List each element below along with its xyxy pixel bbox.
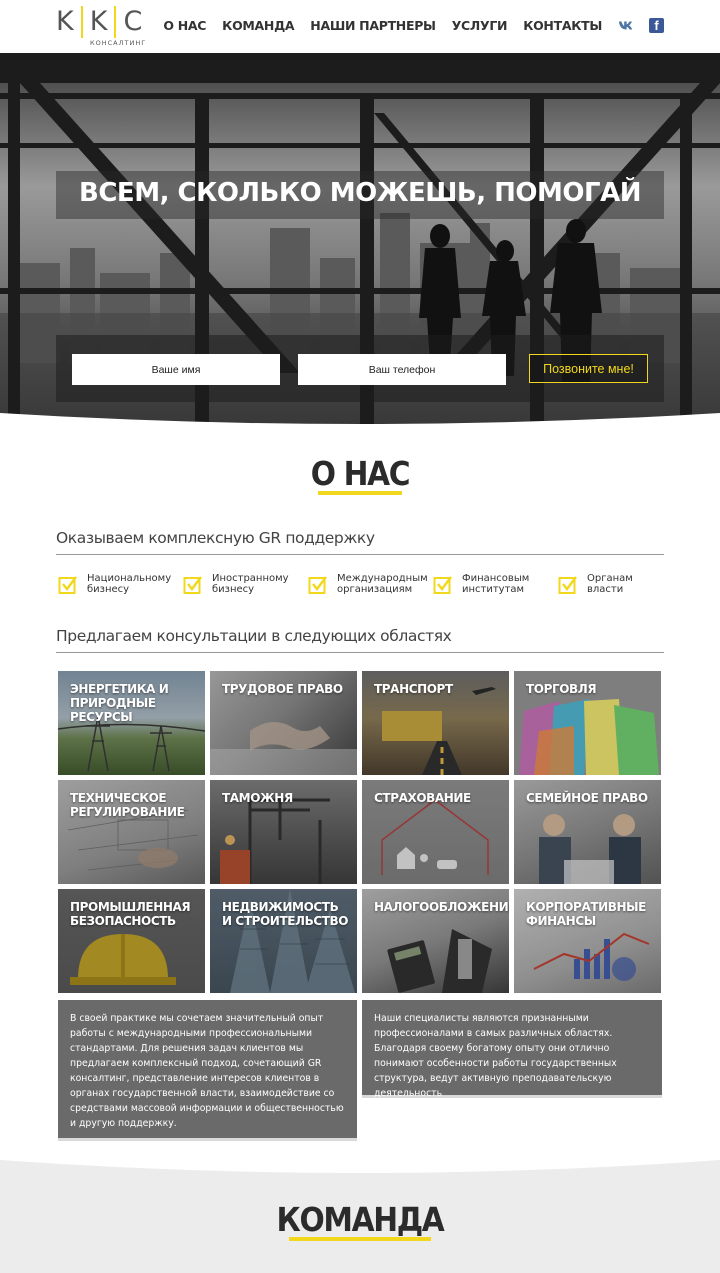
logo[interactable]: K K C КОНСАЛТИНГ <box>56 6 147 47</box>
about-title-underline <box>318 491 402 495</box>
section-divider-curve <box>0 1160 720 1173</box>
support-item-line: Финансовым <box>462 573 530 584</box>
area-tile-label: ПРОМЫШЛЕННАЯ БЕЗОПАСНОСТЬ <box>70 900 191 928</box>
nav-item-services[interactable]: УСЛУГИ <box>452 18 508 33</box>
phone-input[interactable] <box>298 354 506 385</box>
area-tile-industrial-safety[interactable]: ПРОМЫШЛЕННАЯ БЕЗОПАСНОСТЬ <box>58 889 205 993</box>
support-item-line: бизнесу <box>87 584 130 595</box>
area-tile-transport[interactable]: ТРАНСПОРТ <box>362 671 509 775</box>
name-input[interactable] <box>72 354 280 385</box>
team-title-underline <box>289 1237 431 1241</box>
support-item-line: власти <box>587 584 624 595</box>
nav-item-partners[interactable]: НАШИ ПАРТНЕРЫ <box>310 18 436 33</box>
area-tile-taxation[interactable]: НАЛОГООБЛОЖЕНИЕ <box>362 889 509 993</box>
site-header: K K C КОНСАЛТИНГ О НАС КОМАНДА НАШИ ПАРТ… <box>0 0 720 53</box>
area-tile-energy[interactable]: ЭНЕРГЕТИКА И ПРИРОДНЫЕ РЕСУРСЫ <box>58 671 205 775</box>
support-item: Финансовым институтам <box>433 573 529 595</box>
consult-heading: Предлагаем консультации в следующих обла… <box>56 627 452 645</box>
area-tile-customs[interactable]: ТАМОЖНЯ <box>210 780 357 884</box>
support-item: Органам власти <box>558 573 633 595</box>
logo-subtitle: КОНСАЛТИНГ <box>90 39 147 47</box>
checkbox-icon <box>433 576 452 594</box>
area-tile-label: ЭНЕРГЕТИКА И ПРИРОДНЫЕ РЕСУРСЫ <box>70 682 169 724</box>
support-item: Национальному бизнесу <box>58 573 171 595</box>
facebook-icon[interactable]: f <box>649 18 664 33</box>
checkbox-icon <box>183 576 202 594</box>
main-nav: О НАС КОМАНДА НАШИ ПАРТНЕРЫ УСЛУГИ КОНТА… <box>147 18 664 33</box>
call-me-button[interactable]: Позвоните мне! <box>529 354 648 383</box>
area-tile-label: НАЛОГООБЛОЖЕНИЕ <box>374 900 509 914</box>
specialists-description: Наши специалисты являются признанными пр… <box>362 1000 662 1099</box>
area-tile-label: ТОРГОВЛЯ <box>526 682 597 696</box>
area-tile-family-law[interactable]: СЕМЕЙНОЕ ПРАВО <box>514 780 661 884</box>
nav-item-contacts[interactable]: КОНТАКТЫ <box>523 18 602 33</box>
area-tile-insurance[interactable]: СТРАХОВАНИЕ <box>362 780 509 884</box>
area-tile-labor-law[interactable]: ТРУДОВОЕ ПРАВО <box>210 671 357 775</box>
gr-support-heading: Оказываем комплексную GR поддержку <box>56 529 375 547</box>
nav-item-about[interactable]: О НАС <box>163 18 206 33</box>
checkbox-icon <box>558 576 577 594</box>
about-title: О НАС <box>310 454 411 493</box>
area-tile-corporate-finance[interactable]: КОРПОРАТИВНЫЕ ФИНАНСЫ <box>514 889 661 993</box>
support-item-line: Международным <box>337 573 428 584</box>
logo-letter: K <box>89 6 108 37</box>
area-tile-tech-regulation[interactable]: ТЕХНИЧЕСКОЕ РЕГУЛИРОВАНИЕ <box>58 780 205 884</box>
support-item: Международным организациям <box>308 573 428 595</box>
hero-banner: ВСЕМ, СКОЛЬКО МОЖЕШЬ, ПОМОГАЙ Позвоните … <box>0 53 720 435</box>
support-item-line: бизнесу <box>212 584 255 595</box>
area-tile-label: КОРПОРАТИВНЫЕ ФИНАНСЫ <box>526 900 646 928</box>
divider <box>56 554 664 555</box>
team-title: КОМАНДА <box>276 1200 445 1239</box>
support-list: Национальному бизнесу Иностранному бизнесу… <box>56 573 676 603</box>
logo-divider <box>80 6 83 38</box>
checkbox-icon <box>58 576 77 594</box>
support-item: Иностранному бизнесу <box>183 573 289 595</box>
support-item-line: организациям <box>337 584 413 595</box>
area-tile-trade[interactable]: ТОРГОВЛЯ <box>514 671 661 775</box>
divider <box>56 652 664 653</box>
area-tile-label: ТЕХНИЧЕСКОЕ РЕГУЛИРОВАНИЕ <box>70 791 185 819</box>
support-item-line: Национальному <box>87 573 172 584</box>
area-tile-label: ТАМОЖНЯ <box>222 791 293 805</box>
support-item-line: Иностранному <box>212 573 289 584</box>
practice-description: В своей практике мы сочетаем значительны… <box>58 1000 357 1141</box>
checkbox-icon <box>308 576 327 594</box>
area-tile-real-estate[interactable]: НЕДВИЖИМОСТЬ И СТРОИТЕЛЬСТВО <box>210 889 357 993</box>
area-tile-label: НЕДВИЖИМОСТЬ И СТРОИТЕЛЬСТВО <box>222 900 349 928</box>
support-item-line: институтам <box>462 584 525 595</box>
hero-title: ВСЕМ, СКОЛЬКО МОЖЕШЬ, ПОМОГАЙ <box>79 178 641 208</box>
vk-icon[interactable] <box>618 18 633 33</box>
area-tile-label: ТРУДОВОЕ ПРАВО <box>222 682 343 696</box>
nav-item-team[interactable]: КОМАНДА <box>222 18 294 33</box>
logo-letter: C <box>123 6 143 37</box>
area-tile-label: ТРАНСПОРТ <box>374 682 453 696</box>
area-tile-label: СТРАХОВАНИЕ <box>374 791 471 805</box>
logo-letter: K <box>56 6 74 37</box>
logo-divider <box>114 6 117 38</box>
area-tile-label: СЕМЕЙНОЕ ПРАВО <box>526 791 648 805</box>
support-item-line: Органам <box>587 573 633 584</box>
